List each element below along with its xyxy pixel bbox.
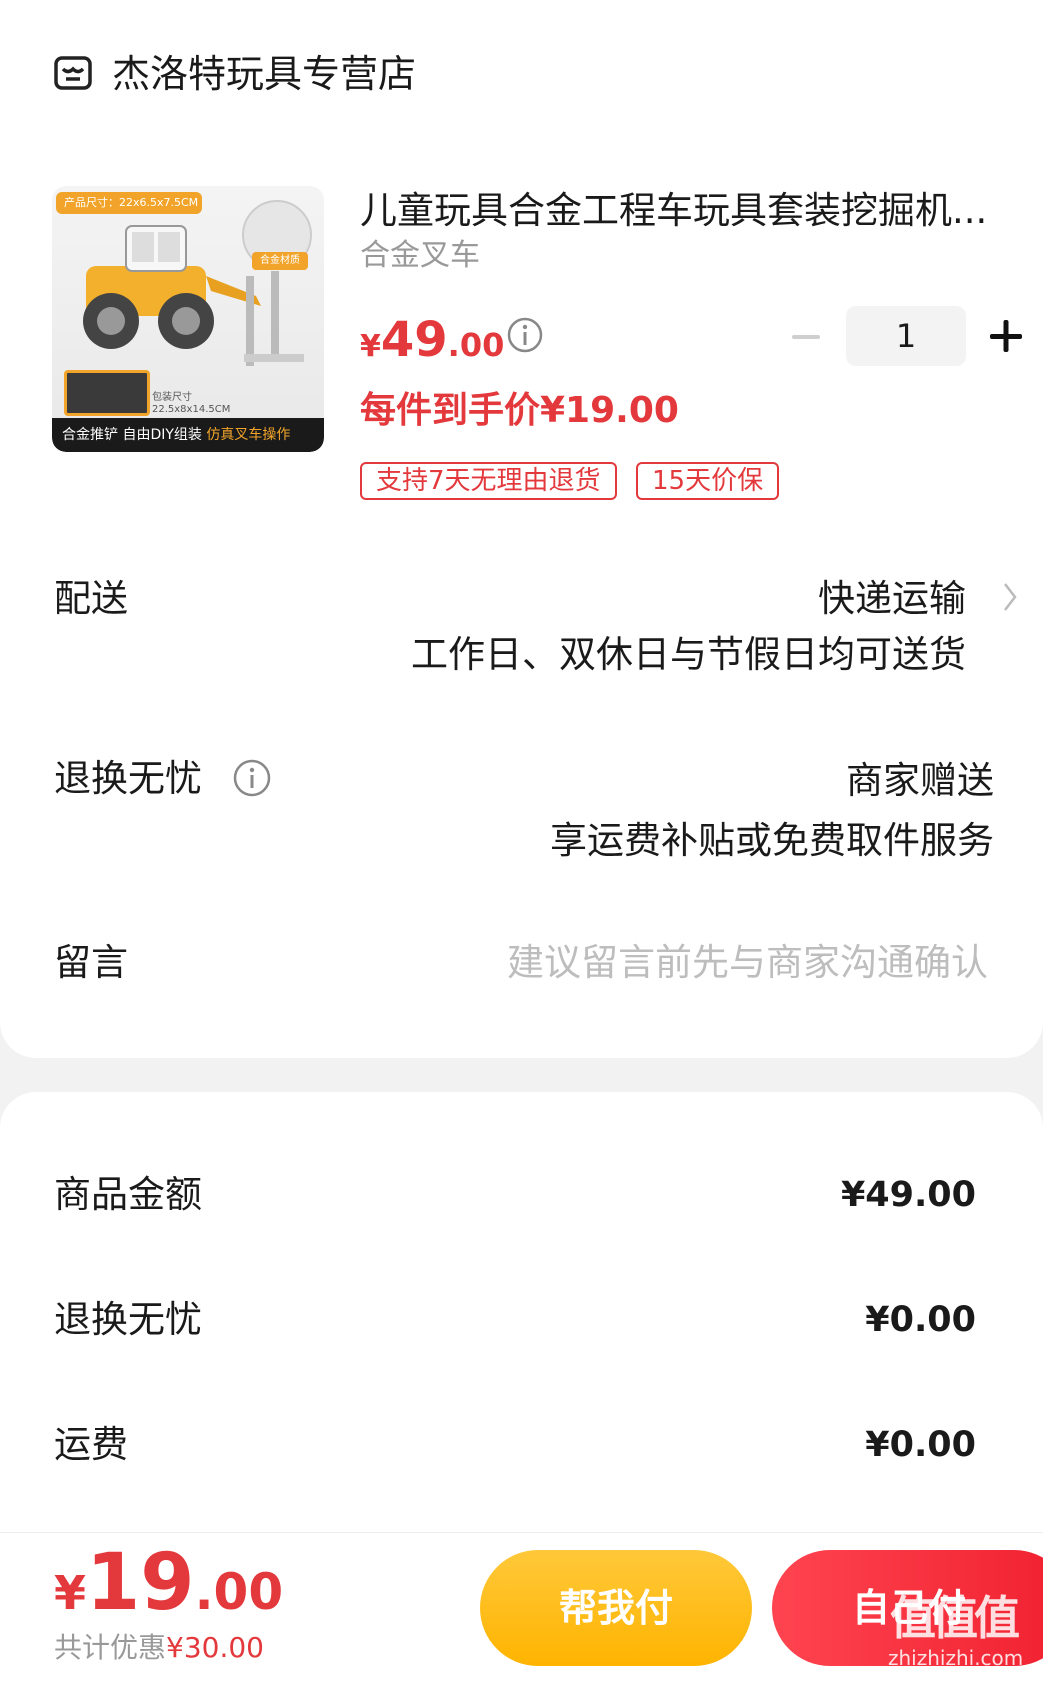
summary-value-goods: ¥49.00 (840, 1175, 976, 1215)
quantity-minus-button[interactable] (786, 320, 826, 354)
product-image[interactable]: 产品尺寸：22x6.5x7.5CM 合金材质 包装尺寸 22.5x8x14.5C… (52, 186, 324, 452)
final-price: 每件到手价¥19.00 (360, 390, 679, 431)
total-decimal: .00 (194, 1563, 284, 1621)
total-currency: ¥ (54, 1566, 87, 1620)
price-info-icon[interactable] (506, 316, 544, 354)
price-decimal: .00 (447, 326, 505, 364)
return-policy-badge: 支持7天无理由退货 (360, 462, 617, 500)
product-title[interactable]: 儿童玩具合金工程车玩具套装挖掘机... (360, 186, 1020, 236)
image-banner-text: 合金推铲 自由DIY组装 (62, 427, 207, 443)
package-thumbnail (64, 370, 150, 416)
quantity-plus-button[interactable] (986, 316, 1026, 356)
summary-label-returns: 退换无忧 (54, 1298, 202, 1341)
returns-desc: 享运费补贴或免费取件服务 (550, 819, 994, 862)
message-input[interactable]: 建议留言前先与商家沟通确认 (400, 938, 988, 988)
delivery-label: 配送 (54, 577, 128, 620)
delivery-method[interactable]: 快递运输 (600, 574, 966, 624)
image-size-tag: 产品尺寸：22x6.5x7.5CM (56, 192, 202, 214)
product-spec[interactable]: 合金叉车 (360, 236, 480, 276)
delivery-note: 工作日、双休日与节假日均可送货 (411, 633, 966, 676)
chevron-right-icon[interactable] (1000, 580, 1020, 614)
price-currency: ¥ (360, 329, 381, 364)
discount-value: ¥30.00 (166, 1631, 264, 1664)
message-label: 留言 (54, 941, 128, 984)
shop-name[interactable]: 杰洛特玩具专营店 (112, 48, 416, 100)
image-banner: 合金推铲 自由DIY组装 仿真叉车操作 (52, 418, 324, 452)
watermark-logo: 值值值 (890, 1591, 1020, 1645)
order-card (0, 0, 1043, 1058)
returns-info-icon[interactable] (232, 758, 272, 798)
watermark-site: zhizhizhi.com (888, 1646, 1024, 1670)
returns-gift: 商家赠送 (846, 759, 994, 802)
package-size-label: 包装尺寸 (152, 392, 192, 403)
package-size-value: 22.5x8x14.5CM (152, 404, 231, 415)
help-pay-button[interactable]: 帮我付 (480, 1550, 752, 1666)
discount-label: 共计优惠 (54, 1631, 167, 1664)
shop-icon (54, 56, 92, 90)
quantity-input[interactable]: 1 (846, 306, 966, 366)
price-protect-badge: 15天价保 (636, 462, 780, 500)
image-banner-highlight: 仿真叉车操作 (206, 427, 291, 443)
package-size: 包装尺寸 22.5x8x14.5CM (152, 392, 230, 416)
product-price: ¥49.00 (360, 310, 504, 381)
total-integer: 19 (86, 1538, 195, 1628)
returns-label: 退换无忧 (54, 757, 202, 800)
total-discount: 共计优惠¥30.00 (54, 1628, 264, 1668)
forklift-toy-illustration (83, 225, 304, 366)
summary-label-shipping: 运费 (54, 1423, 128, 1466)
price-integer: 49 (380, 312, 448, 368)
summary-value-shipping: ¥0.00 (865, 1425, 976, 1465)
summary-label-goods: 商品金额 (54, 1173, 202, 1216)
summary-value-returns: ¥0.00 (865, 1300, 976, 1340)
